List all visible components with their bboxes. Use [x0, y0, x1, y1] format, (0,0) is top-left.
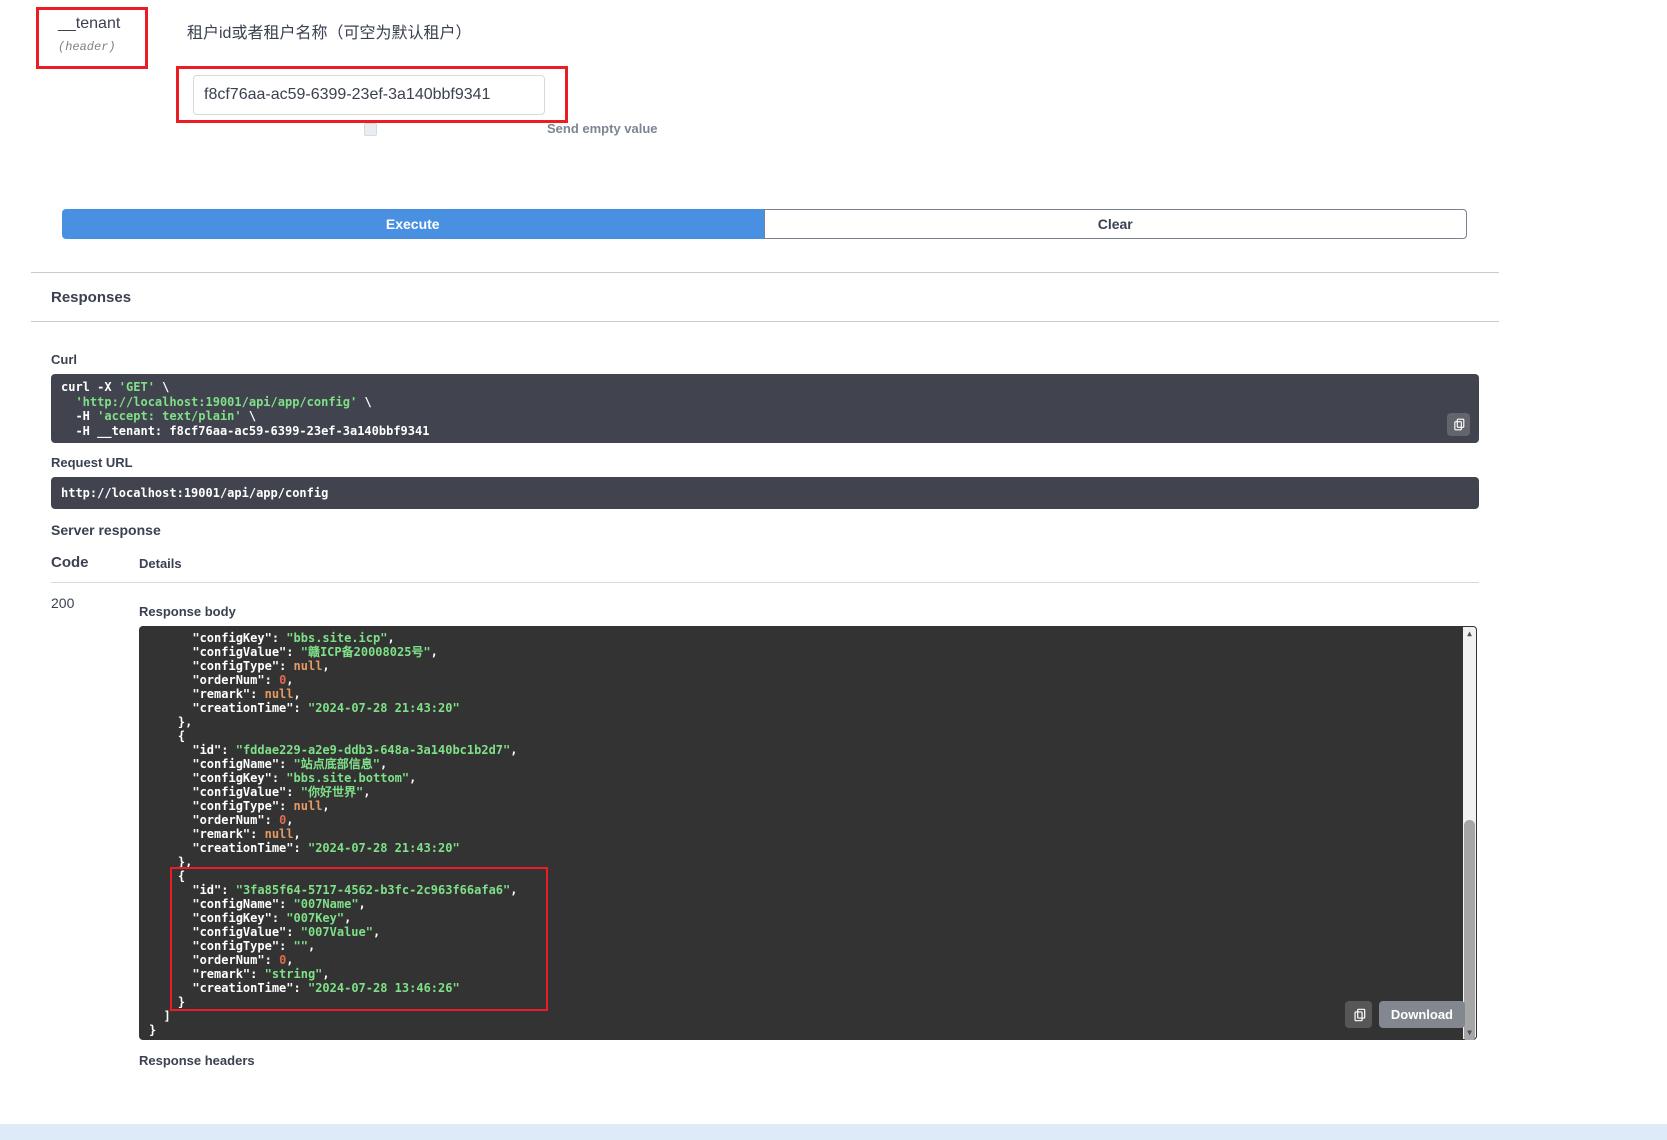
scroll-up-icon[interactable]: ▲ — [1463, 627, 1476, 640]
copy-icon — [1352, 1008, 1366, 1022]
annotation-box-parameter: __tenant (header) — [36, 7, 148, 69]
code-column-header: Code — [51, 554, 139, 571]
code-line: "configType": null, — [149, 799, 1467, 813]
parameter-location: (header) — [58, 40, 145, 54]
code-line: ] — [149, 1009, 1467, 1023]
code-line: "configKey": "bbs.site.bottom", — [149, 771, 1467, 785]
parameter-name: __tenant — [58, 15, 145, 33]
details-column-header: Details — [139, 556, 182, 571]
curl-code-block: curl -X 'GET' \ 'http://localhost:19001/… — [51, 374, 1479, 443]
code-line: "creationTime": "2024-07-28 21:43:20" — [149, 701, 1467, 715]
code-line: "creationTime": "2024-07-28 21:43:20" — [149, 841, 1467, 855]
code-line: "remark": null, — [149, 827, 1467, 841]
curl-label: Curl — [51, 352, 1479, 367]
clear-button[interactable]: Clear — [764, 209, 1468, 239]
code-line: -H __tenant: f8cf76aa-ac59-6399-23ef-3a1… — [61, 424, 1469, 439]
responses-section-title: Responses — [31, 272, 1499, 322]
scrollbar-thumb[interactable] — [1464, 820, 1475, 1040]
request-url-block: http://localhost:19001/api/app/config — [51, 477, 1479, 509]
tenant-input[interactable] — [193, 75, 545, 115]
code-line: "remark": null, — [149, 687, 1467, 701]
code-line: "id": "fddae229-a2e9-ddb3-648a-3a140bc1b… — [149, 743, 1467, 757]
code-line: { — [149, 869, 1467, 883]
code-line: } — [149, 995, 1467, 1009]
curl-copy-button[interactable] — [1447, 413, 1470, 436]
parameters-section: __tenant (header) 租户id或者租户名称（可空为默认租户） Se… — [31, 0, 1499, 272]
code-line: "orderNum": 0, — [149, 953, 1467, 967]
responses-body: Curl curl -X 'GET' \ 'http://localhost:1… — [31, 352, 1499, 1068]
code-line: "configType": "", — [149, 939, 1467, 953]
response-scrollbar[interactable]: ▲ ▼ — [1463, 627, 1476, 1039]
code-line: 'http://localhost:19001/api/app/config' … — [61, 395, 1469, 410]
code-line: }, — [149, 855, 1467, 869]
code-line: "orderNum": 0, — [149, 673, 1467, 687]
code-line: "id": "3fa85f64-5717-4562-b3fc-2c963f66a… — [149, 883, 1467, 897]
response-body-label: Response body — [139, 604, 1477, 619]
response-body-block: "configKey": "bbs.site.icp", "configValu… — [139, 626, 1477, 1040]
copy-icon — [1452, 418, 1465, 431]
code-line: "orderNum": 0, — [149, 813, 1467, 827]
execute-button-group: Execute Clear — [62, 209, 1467, 239]
code-line: -H 'accept: text/plain' \ — [61, 409, 1469, 424]
code-line: "configValue": "你好世界", — [149, 785, 1467, 799]
code-line: "creationTime": "2024-07-28 13:46:26" — [149, 981, 1467, 995]
send-empty-label: Send empty value — [547, 121, 658, 136]
request-url-value: http://localhost:19001/api/app/config — [61, 486, 328, 500]
request-url-label: Request URL — [51, 455, 1479, 470]
execute-button[interactable]: Execute — [62, 209, 764, 239]
response-copy-button[interactable] — [1345, 1001, 1372, 1028]
code-line: "configName": "站点底部信息", — [149, 757, 1467, 771]
parameter-description: 租户id或者租户名称（可空为默认租户） — [187, 19, 471, 43]
code-line: "configKey": "bbs.site.icp", — [149, 631, 1467, 645]
status-code: 200 — [51, 595, 139, 1068]
code-line: "configName": "007Name", — [149, 897, 1467, 911]
code-line: "configValue": "007Value", — [149, 925, 1467, 939]
code-line: "configType": null, — [149, 659, 1467, 673]
swagger-ui-page: __tenant (header) 租户id或者租户名称（可空为默认租户） Se… — [0, 0, 1667, 1140]
annotation-box-input — [176, 66, 568, 123]
code-line: "configValue": "赣ICP备20008025号", — [149, 645, 1467, 659]
response-row: 200 Response body "configKey": "bbs.site… — [51, 595, 1479, 1068]
code-line: "remark": "string", — [149, 967, 1467, 981]
code-line: curl -X 'GET' \ — [61, 380, 1469, 395]
code-line: "configKey": "007Key", — [149, 911, 1467, 925]
code-line: } — [149, 1023, 1467, 1037]
send-empty-row: Send empty value — [364, 121, 658, 136]
response-headers-label: Response headers — [139, 1053, 1477, 1068]
server-response-label: Server response — [51, 522, 1479, 538]
response-details-column: Response body "configKey": "bbs.site.icp… — [139, 595, 1477, 1068]
scroll-down-icon[interactable]: ▼ — [1463, 1026, 1476, 1039]
operation-content: __tenant (header) 租户id或者租户名称（可空为默认租户） Se… — [31, 0, 1499, 1068]
send-empty-checkbox[interactable] — [364, 123, 377, 136]
code-line: }, — [149, 715, 1467, 729]
page-background-strip — [0, 1124, 1667, 1140]
code-line: { — [149, 729, 1467, 743]
download-button[interactable]: Download — [1379, 1001, 1465, 1028]
response-table-header: Code Details — [51, 554, 1479, 583]
